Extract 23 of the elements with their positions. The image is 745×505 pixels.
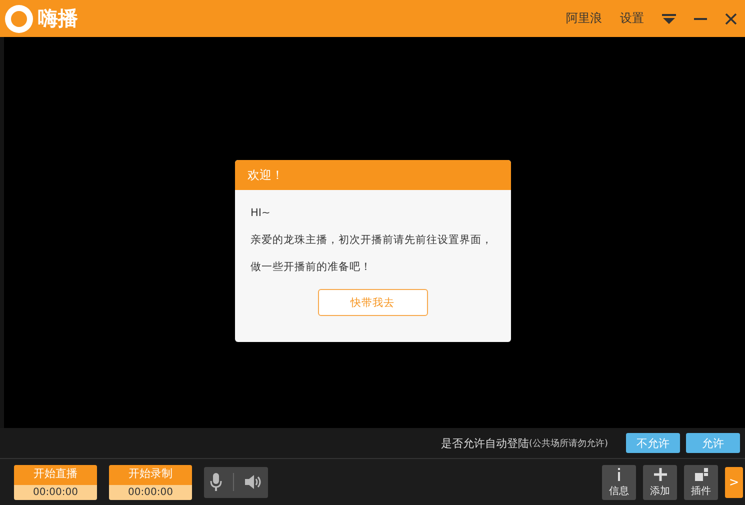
- plugin-button[interactable]: 插件: [684, 464, 718, 500]
- timer: 00:00:00: [109, 484, 192, 500]
- prompt-note: (公共场所请勿允许): [528, 438, 608, 450]
- info-button[interactable]: 信息: [602, 464, 636, 500]
- dialog-text: 做一些开播前的准备吧！: [250, 260, 372, 275]
- close-icon[interactable]: [725, 12, 737, 24]
- speaker-icon[interactable]: [244, 475, 262, 489]
- dropdown-icon[interactable]: [662, 14, 676, 24]
- minimize-icon[interactable]: [694, 18, 707, 20]
- plus-icon: [654, 468, 666, 480]
- timer: 00:00:00: [14, 484, 97, 500]
- logo-icon: [4, 4, 34, 34]
- title-link[interactable]: 阿里浪: [566, 10, 602, 27]
- dialog-title: 欢迎！: [248, 166, 284, 184]
- blocks-icon: [694, 468, 708, 480]
- info-icon: [617, 468, 621, 480]
- login-prompt: 是否允许自动登陆: [440, 436, 529, 450]
- dialog-text: 亲爱的龙珠主播，初次开播前请先前往设置界面，: [250, 233, 494, 248]
- dialog-text: HI~: [250, 206, 272, 221]
- add-button[interactable]: 添加: [643, 464, 677, 500]
- microphone-icon[interactable]: [210, 473, 222, 491]
- app-logo: 嗨播: [38, 5, 78, 32]
- title-link[interactable]: 设置: [620, 10, 644, 27]
